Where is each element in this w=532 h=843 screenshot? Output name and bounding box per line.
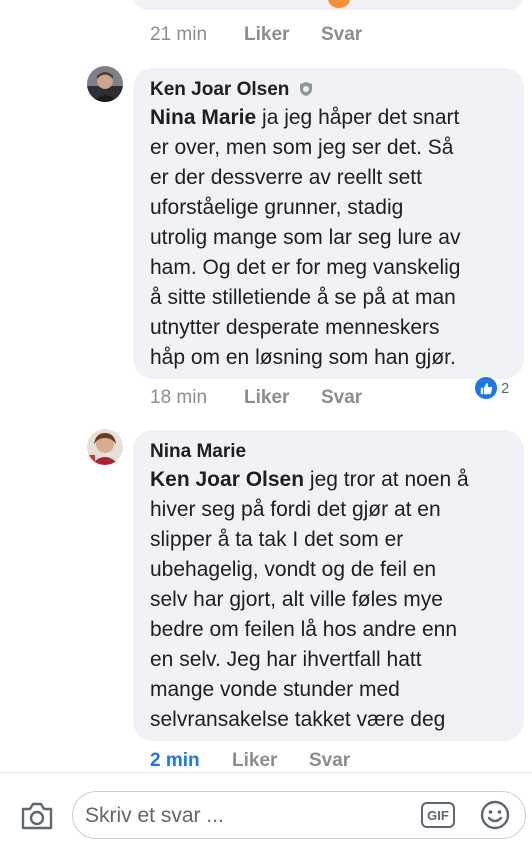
- comment-2-line-2: slipper å ta tak I det som er: [150, 528, 404, 551]
- comment-2-line-7: mange vonde stunder med: [150, 678, 400, 701]
- thumbs-up-icon: [474, 376, 498, 400]
- reply-input[interactable]: Skriv et svar ... GIF: [72, 791, 526, 839]
- comment-2-author[interactable]: Nina Marie: [150, 441, 246, 463]
- comment-2-like-link[interactable]: Liker: [232, 750, 277, 772]
- comment-2-reply-link[interactable]: Svar: [309, 750, 350, 772]
- comment-1-line-6: å sitte stilletiende å se på at man: [150, 286, 456, 309]
- shield-icon: [298, 81, 314, 103]
- reply-input-placeholder: Skriv et svar ...: [85, 804, 224, 827]
- comment-2-line-4: selv har gjort, alt ville føles mye: [150, 588, 443, 611]
- comment-1-line-2: er der dessverre av reellt sett: [150, 166, 422, 189]
- avatar[interactable]: [87, 429, 123, 465]
- comment-0-time[interactable]: 21 min: [150, 24, 207, 46]
- comment-1-reply-link[interactable]: Svar: [321, 387, 362, 409]
- comment-2-actions: 2 min Liker Svar: [150, 750, 450, 772]
- comment-1-line-3: uforståelige grunner, stadig: [150, 196, 404, 219]
- comment-1-line-1: er over, men som jeg ser det. Så: [150, 136, 454, 159]
- comment-0-actions: 21 min Liker Svar: [150, 24, 450, 46]
- comment-1-line-8: håp om en løsning som han gjør.: [150, 346, 456, 369]
- reply-composer: Skriv et svar ... GIF: [0, 772, 532, 843]
- comment-1-line-4: utrolig mange som lar seg lure av: [150, 226, 461, 249]
- comment-2-line-5: bedre om feilen lå hos andre enn: [150, 618, 458, 641]
- comment-1-mention[interactable]: Nina Marie: [150, 106, 256, 129]
- comment-1-author[interactable]: Ken Joar Olsen: [150, 79, 314, 103]
- comment-2-line-1: hiver seg på fordi det gjør at en: [150, 498, 441, 521]
- comment-2-line-3: ubehagelig, vondt og de feil en: [150, 558, 437, 581]
- avatar[interactable]: [87, 66, 123, 102]
- comment-1-line-0: Nina Marie ja jeg håper det snart: [150, 106, 460, 129]
- comment-2-bubble[interactable]: Nina Marie Ken Joar Olsen jeg tror at no…: [133, 430, 524, 741]
- camera-icon[interactable]: [20, 800, 54, 832]
- comment-1-line-7: utnytter desperate menneskers: [150, 316, 440, 339]
- gif-label: GIF: [427, 807, 449, 823]
- comment-1-time[interactable]: 18 min: [150, 387, 207, 409]
- comment-1-reactions[interactable]: 2: [474, 376, 509, 400]
- comment-1-reaction-count: 2: [501, 379, 510, 397]
- comment-1-like-link[interactable]: Liker: [244, 387, 289, 409]
- comment-2-line-0: Ken Joar Olsen jeg tror at noen å: [150, 468, 469, 491]
- comment-2-time[interactable]: 2 min: [150, 750, 200, 772]
- comment-2-line-6: en selv. Jeg har ihvertfall hatt: [150, 648, 422, 671]
- comment-1-actions: 18 min Liker Svar: [150, 387, 450, 409]
- comment-1-bubble[interactable]: Ken Joar Olsen Nina Marie ja jeg håper d…: [133, 68, 524, 379]
- comment-0-like-link[interactable]: Liker: [244, 24, 289, 46]
- comment-1-line-5: ham. Og det er for meg vanskelig: [150, 256, 461, 279]
- gif-button[interactable]: GIF: [421, 802, 455, 828]
- comment-0-reply-link[interactable]: Svar: [321, 24, 362, 46]
- emoji-icon[interactable]: [480, 800, 510, 830]
- comment-2-mention[interactable]: Ken Joar Olsen: [150, 468, 304, 491]
- comment-2-line-8: selvransakelse takket være deg: [150, 708, 446, 731]
